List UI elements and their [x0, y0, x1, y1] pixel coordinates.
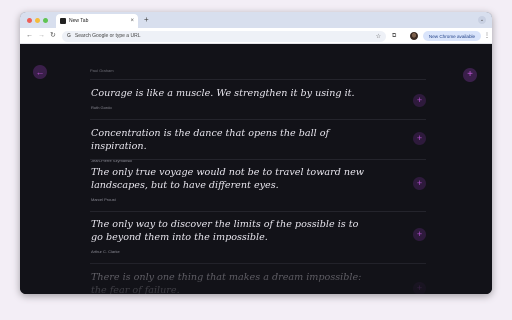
back-arrow-icon[interactable]: ← [26, 31, 33, 41]
tab-search-chevron-icon[interactable]: ⌄ [478, 16, 486, 24]
quote-text: The only true voyage would not be to tra… [91, 167, 364, 191]
browser-window: New Tab × + ⌄ ← → ↻ G Search Google or t… [20, 12, 492, 294]
maximize-window-button[interactable] [43, 17, 48, 23]
quote-item: There is only one thing that makes a dre… [90, 263, 426, 294]
google-icon: G [67, 33, 71, 39]
add-quote-icon[interactable]: + [413, 228, 426, 241]
close-window-button[interactable] [27, 17, 32, 23]
reload-icon[interactable]: ↻ [50, 31, 56, 41]
forward-arrow-icon[interactable]: → [38, 31, 45, 41]
quote-text: The only way to discover the limits of t… [91, 219, 359, 243]
browser-toolbar: ← → ↻ G Search Google or type a URL ☆ ⧉ … [20, 28, 492, 44]
add-quote-icon[interactable]: + [413, 177, 426, 190]
quote-author: Ruth Gordo [91, 105, 112, 110]
quote-item: The only true voyage would not be to tra… [90, 159, 426, 202]
address-bar[interactable]: G Search Google or type a URL ☆ [62, 30, 386, 42]
new-tab-button[interactable]: + [144, 15, 149, 25]
address-bar-placeholder: Search Google or type a URL [74, 33, 141, 39]
extensions-puzzle-icon[interactable]: ⧉ [392, 32, 396, 40]
quote-item: The only way to discover the limits of t… [90, 211, 426, 254]
quote-author: Marcel Proust [91, 197, 116, 202]
new-tab-page: ← + Paul Graham Courage is like a muscle… [20, 45, 492, 294]
quote-author: Arthur C. Clarke [91, 249, 120, 254]
tab-new-tab[interactable]: New Tab × [56, 14, 138, 28]
browser-menu-icon[interactable]: ⋮ [484, 32, 490, 40]
minimize-window-button[interactable] [35, 17, 40, 23]
quote-item: Concentration is the dance that opens th… [90, 119, 426, 163]
quote-text: There is only one thing that makes a dre… [91, 272, 362, 294]
quote-text: Courage is like a muscle. We strengthen … [91, 88, 355, 99]
tab-close-icon[interactable]: × [130, 18, 134, 24]
back-button[interactable]: ← [33, 65, 47, 79]
tab-favicon-icon [60, 18, 66, 24]
profile-avatar[interactable] [410, 32, 418, 40]
add-quote-icon[interactable]: + [413, 132, 426, 145]
add-quote-icon[interactable]: + [413, 94, 426, 107]
bookmark-star-icon[interactable]: ☆ [376, 33, 381, 40]
tab-strip: New Tab × + ⌄ [20, 12, 492, 28]
tab-title: New Tab [69, 18, 89, 24]
add-quote-button[interactable]: + [463, 68, 477, 82]
update-chrome-button[interactable]: New Chrome available [423, 31, 481, 41]
add-quote-icon[interactable]: + [413, 282, 426, 294]
quote-author: Paul Graham [90, 68, 114, 73]
quote-item: Courage is like a muscle. We strengthen … [90, 79, 426, 110]
quote-text: Concentration is the dance that opens th… [91, 128, 330, 152]
